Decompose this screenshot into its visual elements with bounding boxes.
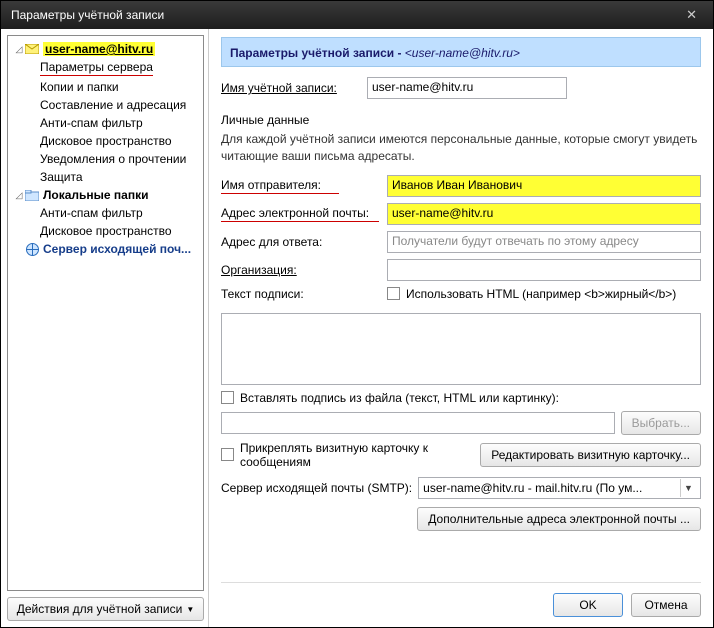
vcard-checkbox[interactable] <box>221 448 234 461</box>
browse-button[interactable]: Выбрать... <box>621 411 701 435</box>
sig-file-label: Вставлять подпись из файла (текст, HTML … <box>240 391 559 405</box>
tree-item-compose[interactable]: Составление и адресация <box>10 96 201 114</box>
tree-local-disk[interactable]: Дисковое пространство <box>10 222 201 240</box>
account-tree: ◿ user-name@hitv.ru Параметры сервера Ко… <box>7 35 204 591</box>
sender-input[interactable]: Иванов Иван Иванович <box>387 175 701 197</box>
org-label: Организация: <box>221 263 381 277</box>
tree-item-copies[interactable]: Копии и папки <box>10 78 201 96</box>
tree-item-receipts[interactable]: Уведомления о прочтении <box>10 150 201 168</box>
header-bar: Параметры учётной записи - <user-name@hi… <box>221 37 701 67</box>
twisty-icon[interactable]: ◿ <box>14 44 24 55</box>
org-input[interactable] <box>387 259 701 281</box>
account-email: user-name@hitv.ru <box>43 42 155 56</box>
sender-label: Имя отправителя: <box>221 178 339 194</box>
dialog-window: Параметры учётной записи ✕ ◿ user-name@h… <box>0 0 714 628</box>
reply-input[interactable]: Получатели будут отвечать по этому адрес… <box>387 231 701 253</box>
personal-section-title: Личные данные <box>221 113 701 127</box>
email-input[interactable]: user-name@hitv.ru <box>387 203 701 225</box>
smtp-select[interactable]: user-name@hitv.ru - mail.hitv.ru (По ум.… <box>418 477 701 499</box>
sig-file-input[interactable] <box>221 412 615 434</box>
twisty-icon[interactable]: ◿ <box>14 190 24 201</box>
header-prefix: Параметры учётной записи - <box>230 46 405 60</box>
acct-name-input[interactable]: user-name@hitv.ru <box>367 77 567 99</box>
reply-label: Адрес для ответа: <box>221 235 381 249</box>
sig-file-checkbox[interactable] <box>221 391 234 404</box>
tree-smtp[interactable]: ◿ Сервер исходящей поч... <box>10 240 201 258</box>
smtp-label: Сервер исходящей поч... <box>43 242 191 256</box>
main-panel: Параметры учётной записи - <user-name@hi… <box>209 29 713 627</box>
smtp-label: Сервер исходящей почты (SMTP): <box>221 481 412 495</box>
tree-account-root[interactable]: ◿ user-name@hitv.ru <box>10 40 201 58</box>
folder-icon <box>24 188 40 202</box>
tree-local-spam[interactable]: Анти-спам фильтр <box>10 204 201 222</box>
chevron-down-icon: ▼ <box>186 605 194 614</box>
titlebar: Параметры учётной записи ✕ <box>1 1 713 29</box>
personal-desc: Для каждой учётной записи имеются персон… <box>221 131 701 165</box>
tree-item-spam[interactable]: Анти-спам фильтр <box>10 114 201 132</box>
sidebar: ◿ user-name@hitv.ru Параметры сервера Ко… <box>1 29 209 627</box>
tree-local-root[interactable]: ◿ Локальные папки <box>10 186 201 204</box>
tree-item-server[interactable]: Параметры сервера <box>10 58 201 78</box>
chevron-down-icon: ▼ <box>680 479 696 497</box>
sig-html-checkbox[interactable] <box>387 287 400 300</box>
header-email: <user-name@hitv.ru> <box>405 46 520 60</box>
acct-name-label: Имя учётной записи: <box>221 81 361 95</box>
cancel-button[interactable]: Отмена <box>631 593 701 617</box>
window-title: Параметры учётной записи <box>11 8 164 22</box>
tree-item-disk[interactable]: Дисковое пространство <box>10 132 201 150</box>
signature-textarea[interactable] <box>221 313 701 385</box>
sig-label: Текст подписи: <box>221 287 381 301</box>
email-label: Адрес электронной почты: <box>221 206 379 222</box>
dialog-footer: OK Отмена <box>221 582 701 617</box>
edit-vcard-button[interactable]: Редактировать визитную карточку... <box>480 443 701 467</box>
local-folders-label: Локальные папки <box>43 188 149 202</box>
more-addresses-button[interactable]: Дополнительные адреса электронной почты … <box>417 507 701 531</box>
globe-icon <box>24 242 40 256</box>
close-icon[interactable]: ✕ <box>680 5 703 25</box>
tree-item-security[interactable]: Защита <box>10 168 201 186</box>
sig-html-label: Использовать HTML (например <b>жирный</b… <box>406 287 676 301</box>
account-actions-button[interactable]: Действия для учётной записи ▼ <box>7 597 204 621</box>
ok-button[interactable]: OK <box>553 593 623 617</box>
vcard-label: Прикреплять визитную карточку к сообщени… <box>240 441 450 469</box>
mail-icon <box>24 42 40 56</box>
